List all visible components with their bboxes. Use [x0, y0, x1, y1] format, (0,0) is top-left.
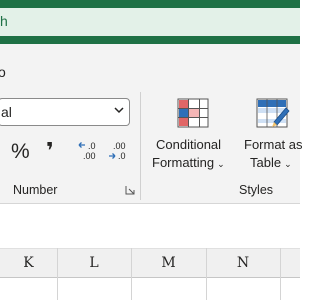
chevron-down-icon: ⌄	[217, 159, 225, 169]
arrow-right-icon	[109, 153, 116, 159]
column-divider	[57, 248, 58, 300]
format-as-table-label-2[interactable]: Table ⌄	[250, 155, 292, 170]
decrease-decimal-top-text: .00	[113, 141, 126, 151]
sheet-row[interactable]	[0, 278, 300, 300]
increase-decimal-button[interactable]: .0 .00	[77, 140, 99, 162]
column-header-label: M	[161, 255, 176, 271]
number-group-label: Number	[13, 183, 58, 197]
conditional-formatting-label-2[interactable]: Formatting ⌄	[152, 155, 225, 170]
arrow-left-icon	[78, 142, 85, 148]
conditional-formatting-label-2-text: Formatting	[152, 155, 215, 170]
ribbon-tab-partial[interactable]: o	[0, 64, 6, 80]
column-divider	[131, 248, 132, 300]
number-format-dropdown[interactable]: al	[0, 98, 130, 126]
format-as-table-label-1[interactable]: Format as	[244, 137, 303, 152]
format-as-table-icon[interactable]	[256, 98, 290, 128]
conditional-formatting-icon[interactable]	[177, 98, 209, 128]
column-header-k[interactable]: K	[0, 248, 57, 278]
column-header-label: N	[236, 255, 250, 271]
increase-decimal-bottom-text: .00	[83, 151, 96, 161]
increase-decimal-top-text: .0	[88, 141, 96, 151]
conditional-formatting-label-1[interactable]: Conditional	[156, 137, 221, 152]
title-text: h	[0, 13, 8, 29]
ribbon-group-separator	[140, 92, 141, 200]
column-divider	[280, 248, 281, 300]
column-header-label: K	[23, 255, 34, 271]
chevron-down-icon	[114, 107, 124, 114]
comma-style-button[interactable]: ❜	[46, 138, 54, 164]
column-header-label: L	[89, 255, 99, 271]
percent-style-button[interactable]: %	[11, 140, 30, 164]
decrease-decimal-button[interactable]: .00 .0	[107, 140, 129, 162]
formula-bar-gap	[0, 204, 300, 248]
column-header-n[interactable]: N	[206, 248, 280, 278]
title-strip: h	[0, 8, 300, 36]
ribbon-tab-row: o	[0, 44, 300, 82]
column-divider	[206, 248, 207, 300]
number-format-value: al	[1, 104, 12, 120]
format-as-table-label-2-text: Table	[250, 155, 282, 170]
column-header-partial[interactable]	[280, 248, 300, 278]
chevron-down-icon: ⌄	[284, 159, 292, 169]
decrease-decimal-bottom-text: .0	[118, 151, 126, 161]
dialog-launcher-icon[interactable]	[125, 185, 135, 195]
styles-group-label: Styles	[239, 183, 274, 197]
column-header-m[interactable]: M	[131, 248, 206, 278]
column-header-l[interactable]: L	[57, 248, 131, 278]
